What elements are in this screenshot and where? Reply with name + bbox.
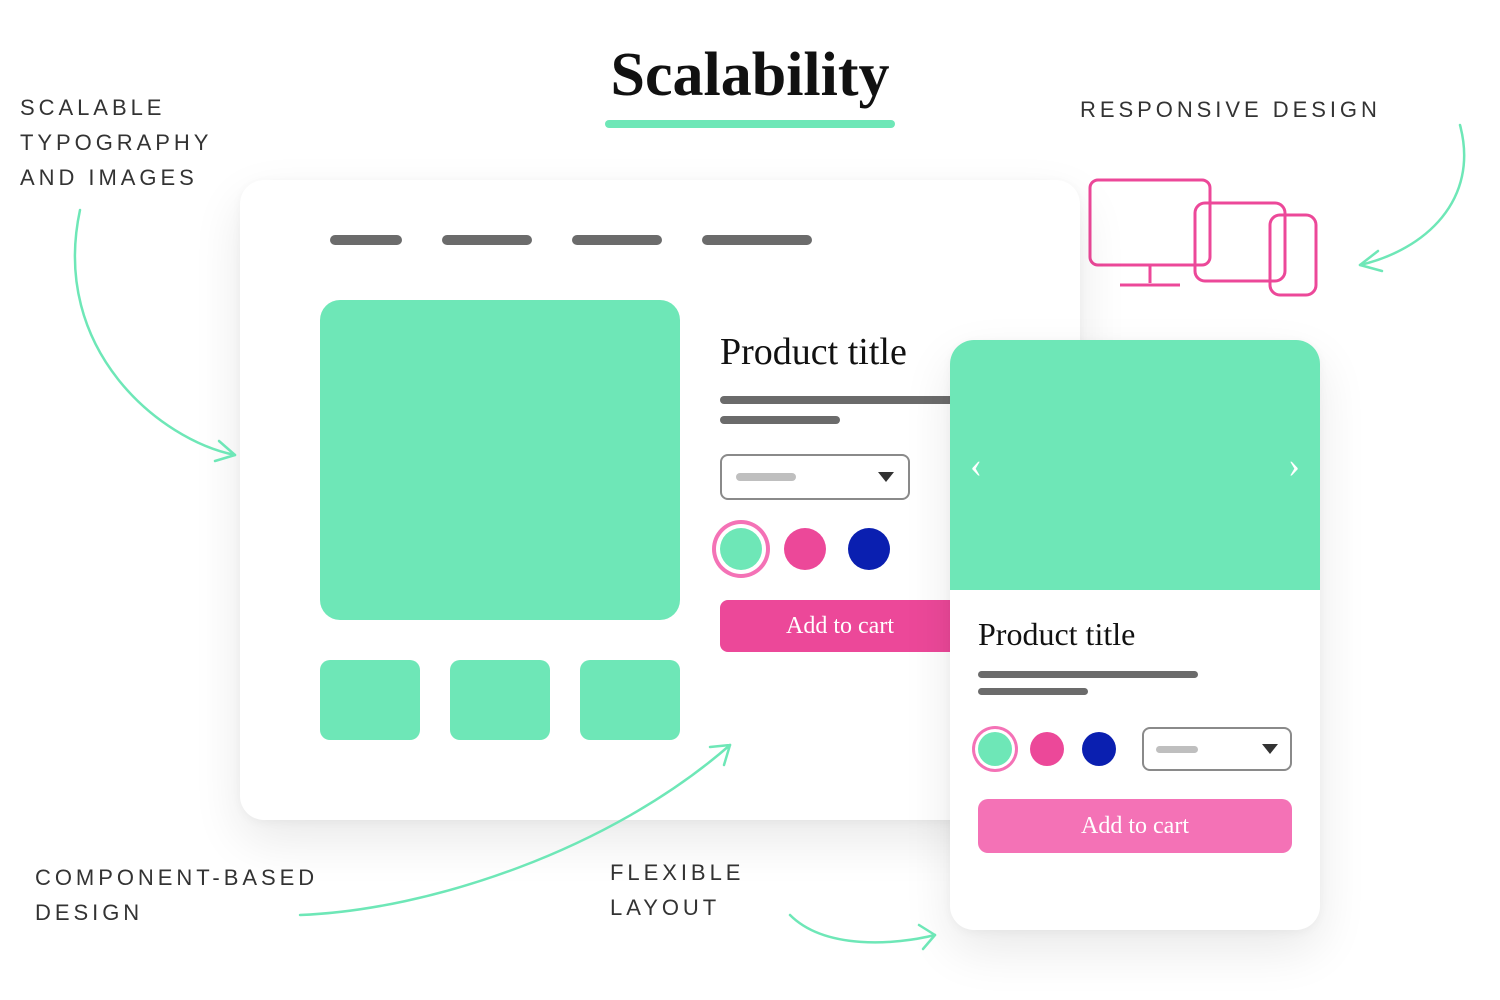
add-to-cart-button[interactable]: Add to cart [978, 799, 1292, 853]
chevron-down-icon [878, 472, 894, 482]
variant-dropdown[interactable] [720, 454, 910, 500]
nav-item-placeholder[interactable] [442, 235, 532, 245]
annotation-arrow [40, 200, 260, 480]
responsive-devices-icon [1085, 175, 1335, 310]
product-thumbnail[interactable] [320, 660, 420, 740]
annotation-scalable-typography: SCALABLE TYPOGRAPHY AND IMAGES [20, 90, 212, 196]
chevron-down-icon [1262, 744, 1278, 754]
product-thumbnail[interactable] [580, 660, 680, 740]
nav-item-placeholder[interactable] [702, 235, 812, 245]
product-title: Product title [978, 616, 1292, 653]
color-swatch-mint[interactable] [978, 732, 1012, 766]
add-to-cart-button[interactable]: Add to cart [720, 600, 960, 652]
diagram-title: Scalability [610, 40, 889, 111]
nav-item-placeholder[interactable] [330, 235, 402, 245]
dropdown-value-placeholder [1156, 746, 1198, 753]
desktop-nav [330, 235, 812, 245]
product-description-placeholder [978, 671, 1292, 695]
product-main-image [320, 300, 680, 620]
title-underline [605, 120, 895, 128]
mobile-product-image: ‹ › [950, 340, 1320, 590]
annotation-arrow [785, 900, 955, 960]
color-swatch-pink[interactable] [784, 528, 826, 570]
color-swatch-navy[interactable] [848, 528, 890, 570]
mobile-mock-card: ‹ › Product title Add to cart [950, 340, 1320, 930]
color-swatch-navy[interactable] [1082, 732, 1116, 766]
annotation-arrow [1305, 120, 1475, 290]
annotation-component-based: COMPONENT-BASED DESIGN [35, 860, 318, 930]
carousel-next-icon[interactable]: › [1288, 444, 1300, 486]
variant-dropdown[interactable] [1142, 727, 1292, 771]
color-swatch-pink[interactable] [1030, 732, 1064, 766]
carousel-prev-icon[interactable]: ‹ [970, 444, 982, 486]
nav-item-placeholder[interactable] [572, 235, 662, 245]
dropdown-value-placeholder [736, 473, 796, 481]
product-thumbnail[interactable] [450, 660, 550, 740]
annotation-arrow [290, 730, 760, 930]
color-swatch-mint[interactable] [720, 528, 762, 570]
